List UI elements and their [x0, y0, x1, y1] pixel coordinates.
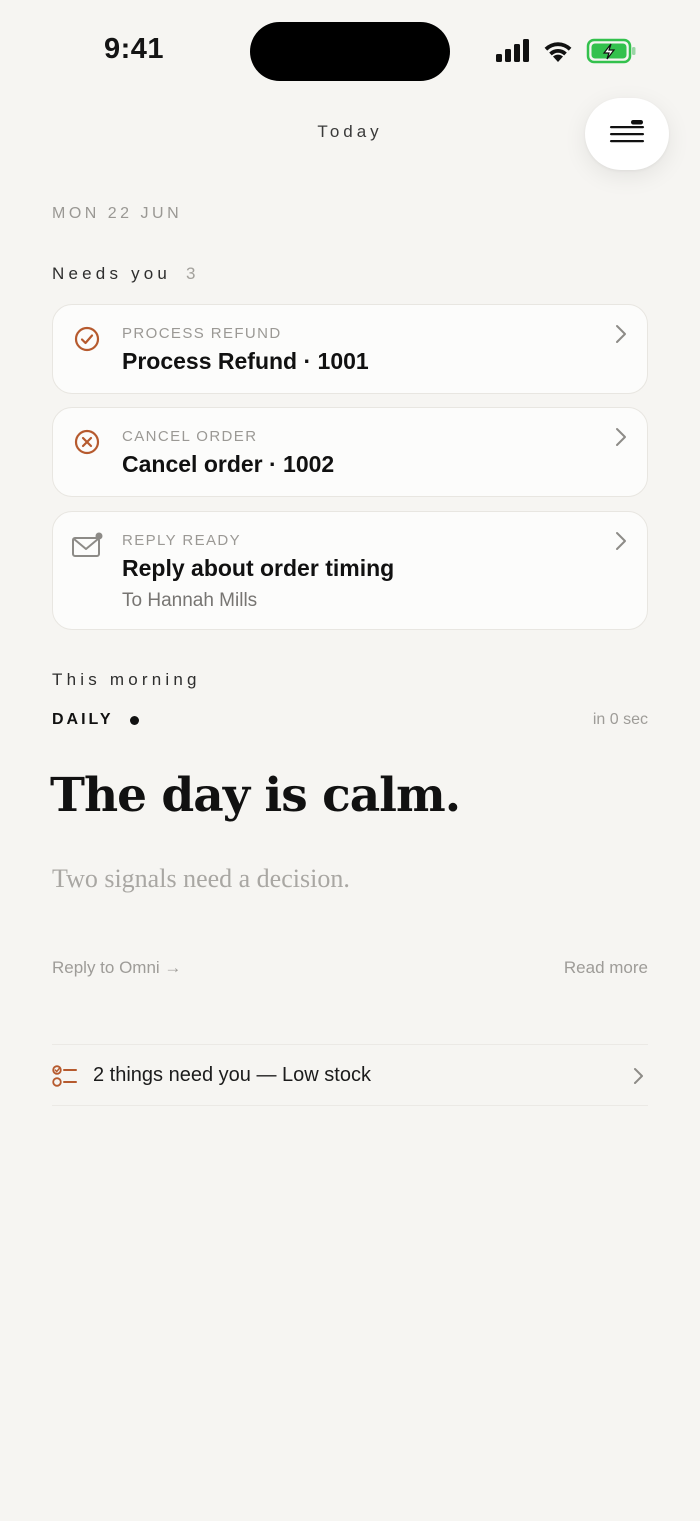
- today-screen: 9:41 Today MON 22 JUN Needs you 3 PROCES…: [0, 0, 700, 1521]
- card-kicker: CANCEL ORDER: [122, 428, 258, 445]
- daily-label: DAILY: [52, 711, 139, 729]
- card-title: Process Refund · 1001: [122, 348, 369, 374]
- card-subtitle: To Hannah Mills: [122, 590, 258, 611]
- task-card-reply-ready[interactable]: REPLY READY Reply about order timing To …: [52, 511, 648, 630]
- needs-you-header: Needs you 3: [52, 264, 200, 284]
- live-dot: [129, 715, 139, 725]
- daily-headline: The day is calm.: [50, 768, 461, 823]
- task-card-process-refund[interactable]: PROCESS REFUND Process Refund · 1001: [52, 304, 648, 394]
- chevron-right-icon: [616, 428, 626, 446]
- checklist-icon: [52, 1065, 77, 1087]
- reply-to-omni-link[interactable]: Reply to Omni →: [52, 958, 181, 978]
- this-morning-label: This morning: [52, 670, 201, 689]
- chevron-right-icon: [616, 325, 626, 343]
- x-circle-icon: [74, 429, 100, 455]
- chevron-right-icon: [616, 532, 626, 550]
- daily-time: in 0 sec: [592, 711, 648, 728]
- summary-text: 2 things need you — Low stock: [93, 1064, 371, 1086]
- mail-icon: [72, 532, 103, 557]
- battery-icon: [586, 38, 636, 64]
- daily-subline: Two signals need a decision.: [52, 864, 350, 893]
- daily-label-text: DAILY: [52, 711, 114, 728]
- status-icons: [496, 38, 636, 64]
- check-circle-icon: [74, 326, 100, 352]
- card-title: Cancel order · 1002: [122, 451, 335, 477]
- needs-you-count: 3: [186, 264, 200, 283]
- status-time: 9:41: [104, 33, 165, 65]
- card-title: Reply about order timing: [122, 555, 395, 581]
- task-card-cancel-order[interactable]: CANCEL ORDER Cancel order · 1002: [52, 407, 648, 497]
- card-kicker: REPLY READY: [122, 532, 242, 549]
- menu-icon: [610, 120, 644, 143]
- card-kicker: PROCESS REFUND: [122, 325, 282, 342]
- menu-button[interactable]: [585, 98, 669, 170]
- read-more-link[interactable]: Read more: [564, 958, 648, 978]
- dynamic-island: [250, 22, 450, 81]
- date-label: MON 22 JUN: [52, 205, 183, 222]
- wifi-icon: [544, 42, 572, 62]
- summary-row[interactable]: 2 things need you — Low stock: [52, 1044, 648, 1106]
- chevron-right-icon: [634, 1068, 643, 1084]
- cellular-signal-icon: [496, 39, 529, 62]
- needs-you-label: Needs you: [52, 264, 172, 283]
